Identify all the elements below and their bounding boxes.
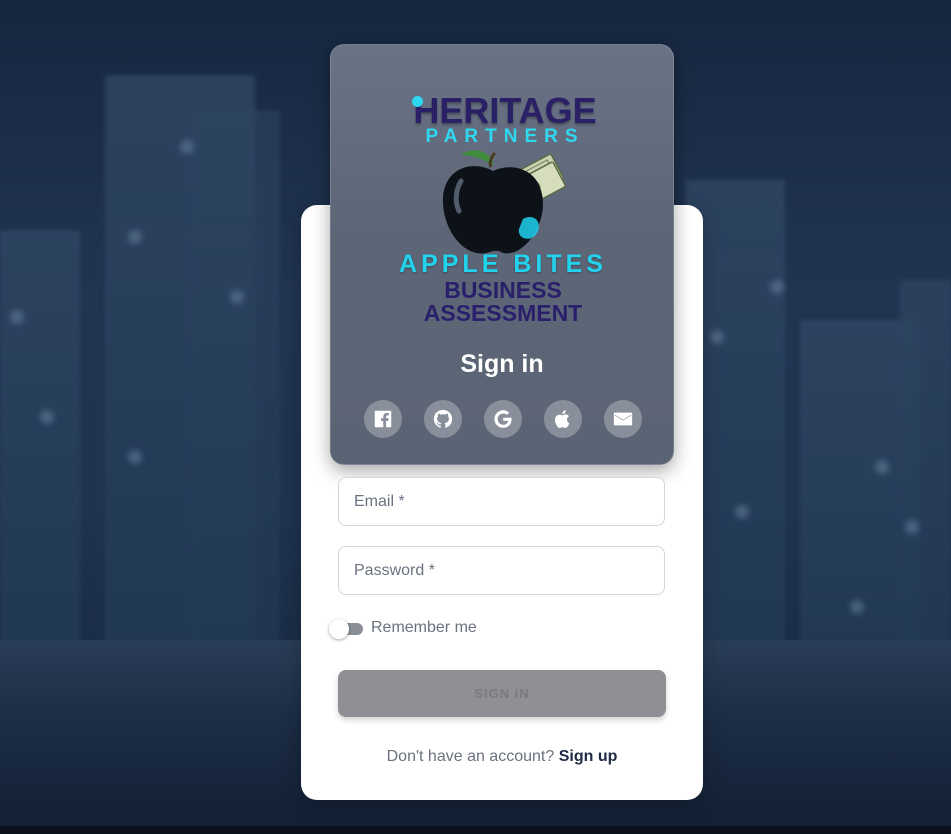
apple-login-button[interactable] [544,400,582,438]
signup-prompt-text: Don't have an account? [386,748,555,765]
github-login-button[interactable] [424,400,462,438]
logo-heritage-text: HERITAGE [413,90,597,131]
google-icon [494,410,512,428]
signin-header: HERITAGE PARTNERS APPLE BITES BUSINESS A… [330,44,674,465]
logo-partners-text: PARTNERS [425,126,585,147]
facebook-icon [374,410,392,428]
password-field-container [338,546,665,595]
logo-apple-bites-text: APPLE BITES [399,250,607,278]
social-login-buttons [364,400,644,438]
remember-me-label[interactable]: Remember me [371,617,477,639]
email-field[interactable] [339,478,664,525]
heritage-partners-logo: HERITAGE PARTNERS APPLE BITES BUSINESS A… [391,89,615,329]
remember-me-toggle[interactable] [329,619,365,639]
toggle-knob [329,619,349,639]
password-field[interactable] [339,547,664,594]
facebook-login-button[interactable] [364,400,402,438]
sign-up-link[interactable]: Sign up [559,748,618,765]
github-icon [433,409,453,428]
email-icon [613,412,633,426]
apple-icon [555,410,570,428]
signup-prompt: Don't have an account? Sign up [301,746,703,768]
apple-money-illustration [442,150,566,254]
google-login-button[interactable] [484,400,522,438]
email-field-container [338,477,665,526]
sign-in-button[interactable]: SIGN IN [338,670,666,717]
logo-assessment-text: ASSESSMENT [423,300,583,326]
logo-business-text: BUSINESS [444,277,562,303]
page-title: Sign in [460,350,544,378]
logo-dot [412,96,423,107]
email-login-button[interactable] [604,400,642,438]
